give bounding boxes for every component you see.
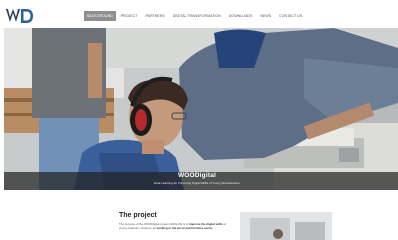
nav-item-contact-us[interactable]: Contact us [276,11,305,21]
nav-item-downloads[interactable]: Downloads [226,11,256,21]
hero-photo [4,28,398,190]
hero-subtitle: Dual Learning for Improving Digital Skil… [154,181,240,185]
text-bold-segment: working in the wood and furniture sector [156,226,213,231]
nav-item-project[interactable]: Project [118,11,141,21]
nav-item-news[interactable]: News [257,11,274,21]
logo[interactable]: WOODigital [6,8,36,33]
logo-mark-icon [6,9,33,23]
hero-banner [4,28,398,190]
project-description: The purpose of the WOODigital project (2… [119,222,233,230]
nav-item-digital-transformation[interactable]: Digital Transformation [170,11,224,21]
hero-title: WOODigital [177,172,217,179]
site-header: WOODigital Background Project Partners D… [0,0,398,33]
project-image [240,212,332,240]
main-nav: Background Project Partners Digital Tran… [84,11,305,21]
section-heading: The project [119,212,157,219]
text-segment: ... [212,226,216,231]
nav-item-background[interactable]: Background [84,11,116,21]
nav-item-partners[interactable]: Partners [143,11,168,21]
project-photo [240,212,332,240]
